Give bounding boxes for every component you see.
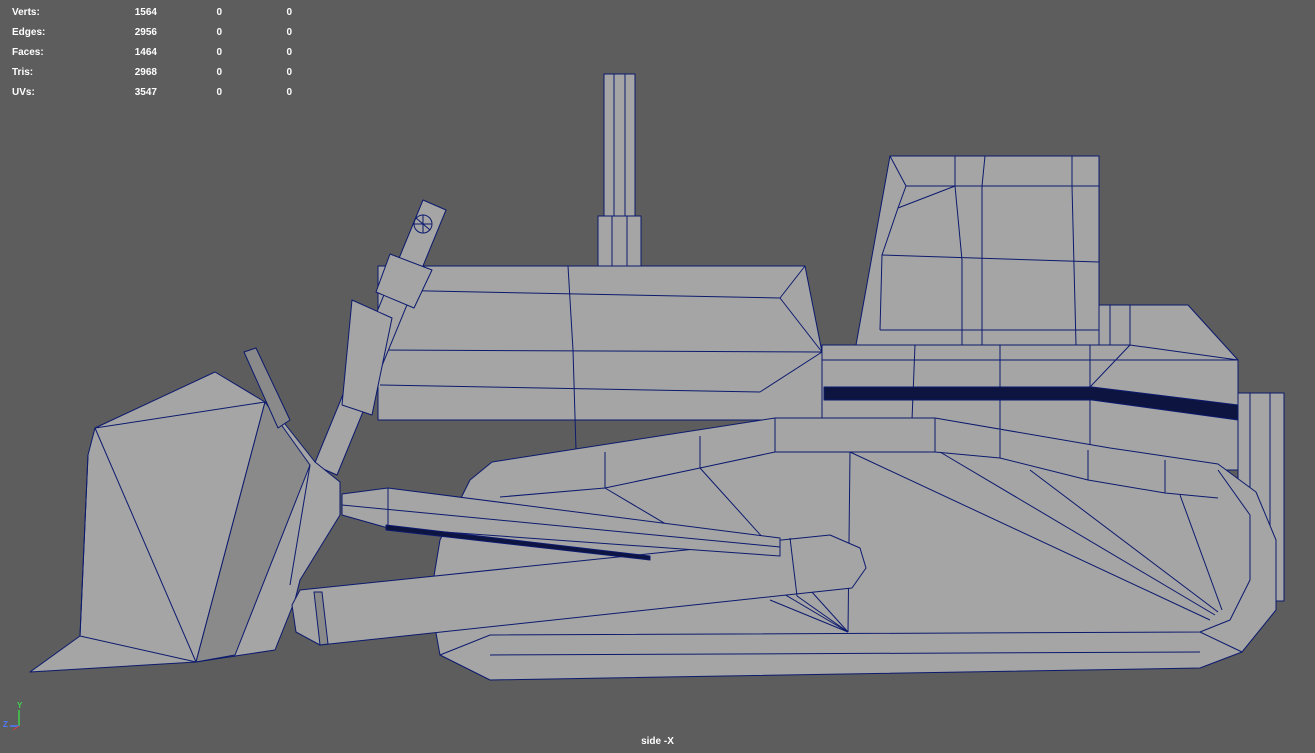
hud-value: 3547	[134, 86, 157, 98]
axis-y-label: Y	[17, 701, 23, 710]
hud-value: 0	[216, 6, 222, 18]
hud-value: 0	[216, 86, 222, 98]
hud-label: UVs:	[12, 86, 35, 98]
hud-label: Verts:	[12, 6, 40, 18]
hud-value: 0	[216, 46, 222, 58]
hud-row-faces: Faces: 1464 0 0	[12, 42, 292, 62]
hud-value: 0	[286, 46, 292, 58]
hud-value: 0	[286, 6, 292, 18]
hud-value: 1464	[134, 46, 157, 58]
cab[interactable]	[855, 155, 1100, 346]
camera-name-label: side -X	[641, 736, 674, 747]
viewport-canvas[interactable]	[0, 0, 1315, 753]
exhaust-stack[interactable]	[597, 73, 642, 267]
hud-value: 2956	[134, 26, 157, 38]
axis-z-label: Z	[3, 720, 8, 729]
hud-value: 0	[286, 86, 292, 98]
hud-label: Faces:	[12, 46, 44, 58]
hud-value: 0	[286, 66, 292, 78]
hud-value: 0	[216, 26, 222, 38]
hud-label: Edges:	[12, 26, 46, 38]
hud-value: 0	[286, 26, 292, 38]
hud-value: 0	[216, 66, 222, 78]
poly-count-hud: Verts: 1564 0 0 Edges: 2956 0 0 Faces: 1…	[12, 2, 292, 102]
axis-gizmo-icon: Y Z	[2, 701, 32, 734]
hud-label: Tris:	[12, 66, 34, 78]
hud-row-tris: Tris: 2968 0 0	[12, 62, 292, 82]
dozer-blade[interactable]	[29, 347, 341, 673]
hud-row-edges: Edges: 2956 0 0	[12, 22, 292, 42]
hud-value: 1564	[134, 6, 157, 18]
hud-row-uvs: UVs: 3547 0 0	[12, 82, 292, 102]
hud-row-verts: Verts: 1564 0 0	[12, 2, 292, 22]
hud-value: 2968	[134, 66, 157, 78]
